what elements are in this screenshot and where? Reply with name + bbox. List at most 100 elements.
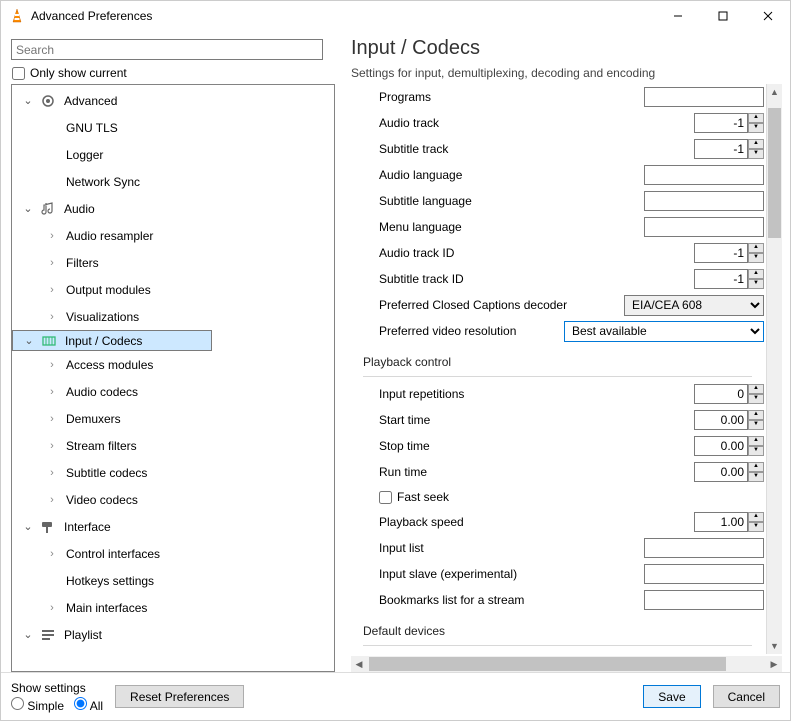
- playback-control-group: Playback control: [351, 350, 764, 374]
- spin-down-icon[interactable]: ▼: [748, 123, 764, 133]
- settings-pane: Programs Audio track ▲▼ Subtitle track ▲…: [351, 84, 766, 654]
- page-title: Input / Codecs: [351, 37, 782, 60]
- chevron-right-icon[interactable]: ›: [46, 467, 58, 479]
- scroll-right-icon[interactable]: ▶: [766, 656, 782, 672]
- tree-item-hotkeys-settings[interactable]: Hotkeys settings: [12, 567, 334, 594]
- cancel-button[interactable]: Cancel: [713, 685, 780, 708]
- vertical-scrollbar[interactable]: ▲ ▼: [766, 84, 782, 654]
- gear-icon: [40, 93, 56, 109]
- subtitle-track-spinner[interactable]: ▲▼: [694, 139, 764, 159]
- chevron-right-icon[interactable]: ›: [46, 494, 58, 506]
- fast-seek-checkbox[interactable]: Fast seek: [351, 485, 764, 509]
- expand-icon[interactable]: ⌄: [23, 334, 35, 347]
- page-subtitle: Settings for input, demultiplexing, deco…: [351, 66, 782, 80]
- simple-radio[interactable]: Simple: [11, 697, 64, 713]
- cc-decoder-label: Preferred Closed Captions decoder: [351, 298, 624, 312]
- chevron-right-icon[interactable]: ›: [46, 230, 58, 242]
- tree-item-advanced[interactable]: ⌄ Advanced: [12, 87, 334, 114]
- expand-icon[interactable]: ⌄: [22, 94, 34, 107]
- tree-item-gnu-tls[interactable]: GNU TLS: [12, 114, 334, 141]
- fast-seek-label: Fast seek: [397, 490, 449, 504]
- maximize-button[interactable]: [700, 1, 745, 31]
- playlist-icon: [40, 627, 56, 643]
- audio-language-input[interactable]: [644, 165, 764, 185]
- subtitle-track-id-label: Subtitle track ID: [351, 272, 694, 286]
- chevron-right-icon[interactable]: ›: [46, 413, 58, 425]
- input-repetitions-spinner[interactable]: ▲▼: [694, 384, 764, 404]
- only-show-current-check[interactable]: [12, 67, 25, 80]
- input-list-input[interactable]: [644, 538, 764, 558]
- horizontal-scrollbar[interactable]: ◀ ▶: [351, 656, 782, 672]
- chevron-right-icon[interactable]: ›: [46, 548, 58, 560]
- tree-item-interface[interactable]: ⌄ Interface: [12, 513, 334, 540]
- chevron-right-icon[interactable]: ›: [46, 602, 58, 614]
- menu-language-label: Menu language: [351, 220, 644, 234]
- only-show-current-checkbox[interactable]: Only show current: [12, 66, 339, 80]
- chevron-right-icon[interactable]: ›: [46, 311, 58, 323]
- chevron-right-icon[interactable]: ›: [46, 284, 58, 296]
- save-button[interactable]: Save: [643, 685, 700, 708]
- expand-icon[interactable]: ⌄: [22, 628, 34, 641]
- tree-item-access-modules[interactable]: ›Access modules: [12, 351, 334, 378]
- tree-item-audio[interactable]: ⌄ Audio: [12, 195, 334, 222]
- playback-speed-spinner[interactable]: ▲▼: [694, 512, 764, 532]
- subtitle-language-input[interactable]: [644, 191, 764, 211]
- category-tree[interactable]: ⌄ Advanced GNU TLS Logger Network Sync ⌄…: [12, 85, 334, 671]
- search-input[interactable]: [11, 39, 323, 60]
- programs-input[interactable]: [644, 87, 764, 107]
- reset-preferences-button[interactable]: Reset Preferences: [115, 685, 244, 708]
- audio-track-id-spinner[interactable]: ▲▼: [694, 243, 764, 263]
- expand-icon[interactable]: ⌄: [22, 520, 34, 533]
- chevron-right-icon[interactable]: ›: [46, 257, 58, 269]
- scroll-thumb[interactable]: [369, 657, 726, 671]
- tree-item-main-interfaces[interactable]: ›Main interfaces: [12, 594, 334, 621]
- tree-item-video-codecs[interactable]: ›Video codecs: [12, 486, 334, 513]
- minimize-button[interactable]: [655, 1, 700, 31]
- start-time-spinner[interactable]: ▲▼: [694, 410, 764, 430]
- tree-item-output-modules[interactable]: ›Output modules: [12, 276, 334, 303]
- tree-item-subtitle-codecs[interactable]: ›Subtitle codecs: [12, 459, 334, 486]
- tree-item-logger[interactable]: Logger: [12, 141, 334, 168]
- run-time-spinner[interactable]: ▲▼: [694, 462, 764, 482]
- tree-item-playlist[interactable]: ⌄ Playlist: [12, 621, 334, 648]
- chevron-right-icon[interactable]: ›: [46, 386, 58, 398]
- start-time-label: Start time: [351, 413, 694, 427]
- show-settings-label: Show settings: [11, 681, 103, 695]
- tree-item-demuxers[interactable]: ›Demuxers: [12, 405, 334, 432]
- spin-up-icon[interactable]: ▲: [748, 113, 764, 123]
- chevron-right-icon[interactable]: ›: [46, 359, 58, 371]
- close-button[interactable]: [745, 1, 790, 31]
- bookmarks-label: Bookmarks list for a stream: [351, 593, 644, 607]
- scroll-left-icon[interactable]: ◀: [351, 656, 367, 672]
- expand-icon[interactable]: ⌄: [22, 202, 34, 215]
- stop-time-spinner[interactable]: ▲▼: [694, 436, 764, 456]
- scroll-up-icon[interactable]: ▲: [767, 84, 782, 100]
- tree-item-audio-codecs[interactable]: ›Audio codecs: [12, 378, 334, 405]
- scroll-thumb[interactable]: [768, 108, 781, 238]
- divider: [363, 645, 752, 646]
- menu-language-input[interactable]: [644, 217, 764, 237]
- tree-item-audio-resampler[interactable]: ›Audio resampler: [12, 222, 334, 249]
- footer: Show settings Simple All Reset Preferenc…: [1, 672, 790, 720]
- tree-item-visualizations[interactable]: ›Visualizations: [12, 303, 334, 330]
- tree-item-filters[interactable]: ›Filters: [12, 249, 334, 276]
- fast-seek-check[interactable]: [379, 491, 392, 504]
- cc-decoder-select[interactable]: EIA/CEA 608: [624, 295, 764, 316]
- audio-track-spinner[interactable]: ▲▼: [694, 113, 764, 133]
- bookmarks-input[interactable]: [644, 590, 764, 610]
- tree-item-stream-filters[interactable]: ›Stream filters: [12, 432, 334, 459]
- audio-language-label: Audio language: [351, 168, 644, 182]
- stop-time-label: Stop time: [351, 439, 694, 453]
- input-slave-input[interactable]: [644, 564, 764, 584]
- video-resolution-select[interactable]: Best available: [564, 321, 764, 342]
- subtitle-track-id-spinner[interactable]: ▲▼: [694, 269, 764, 289]
- video-resolution-label: Preferred video resolution: [351, 324, 564, 338]
- tree-item-input-codecs[interactable]: ⌄ Input / Codecs: [12, 330, 212, 351]
- scroll-down-icon[interactable]: ▼: [767, 638, 782, 654]
- chevron-right-icon[interactable]: ›: [46, 440, 58, 452]
- tree-item-control-interfaces[interactable]: ›Control interfaces: [12, 540, 334, 567]
- all-radio[interactable]: All: [74, 697, 103, 713]
- playback-speed-label: Playback speed: [351, 515, 694, 529]
- tree-item-network-sync[interactable]: Network Sync: [12, 168, 334, 195]
- input-list-label: Input list: [351, 541, 644, 555]
